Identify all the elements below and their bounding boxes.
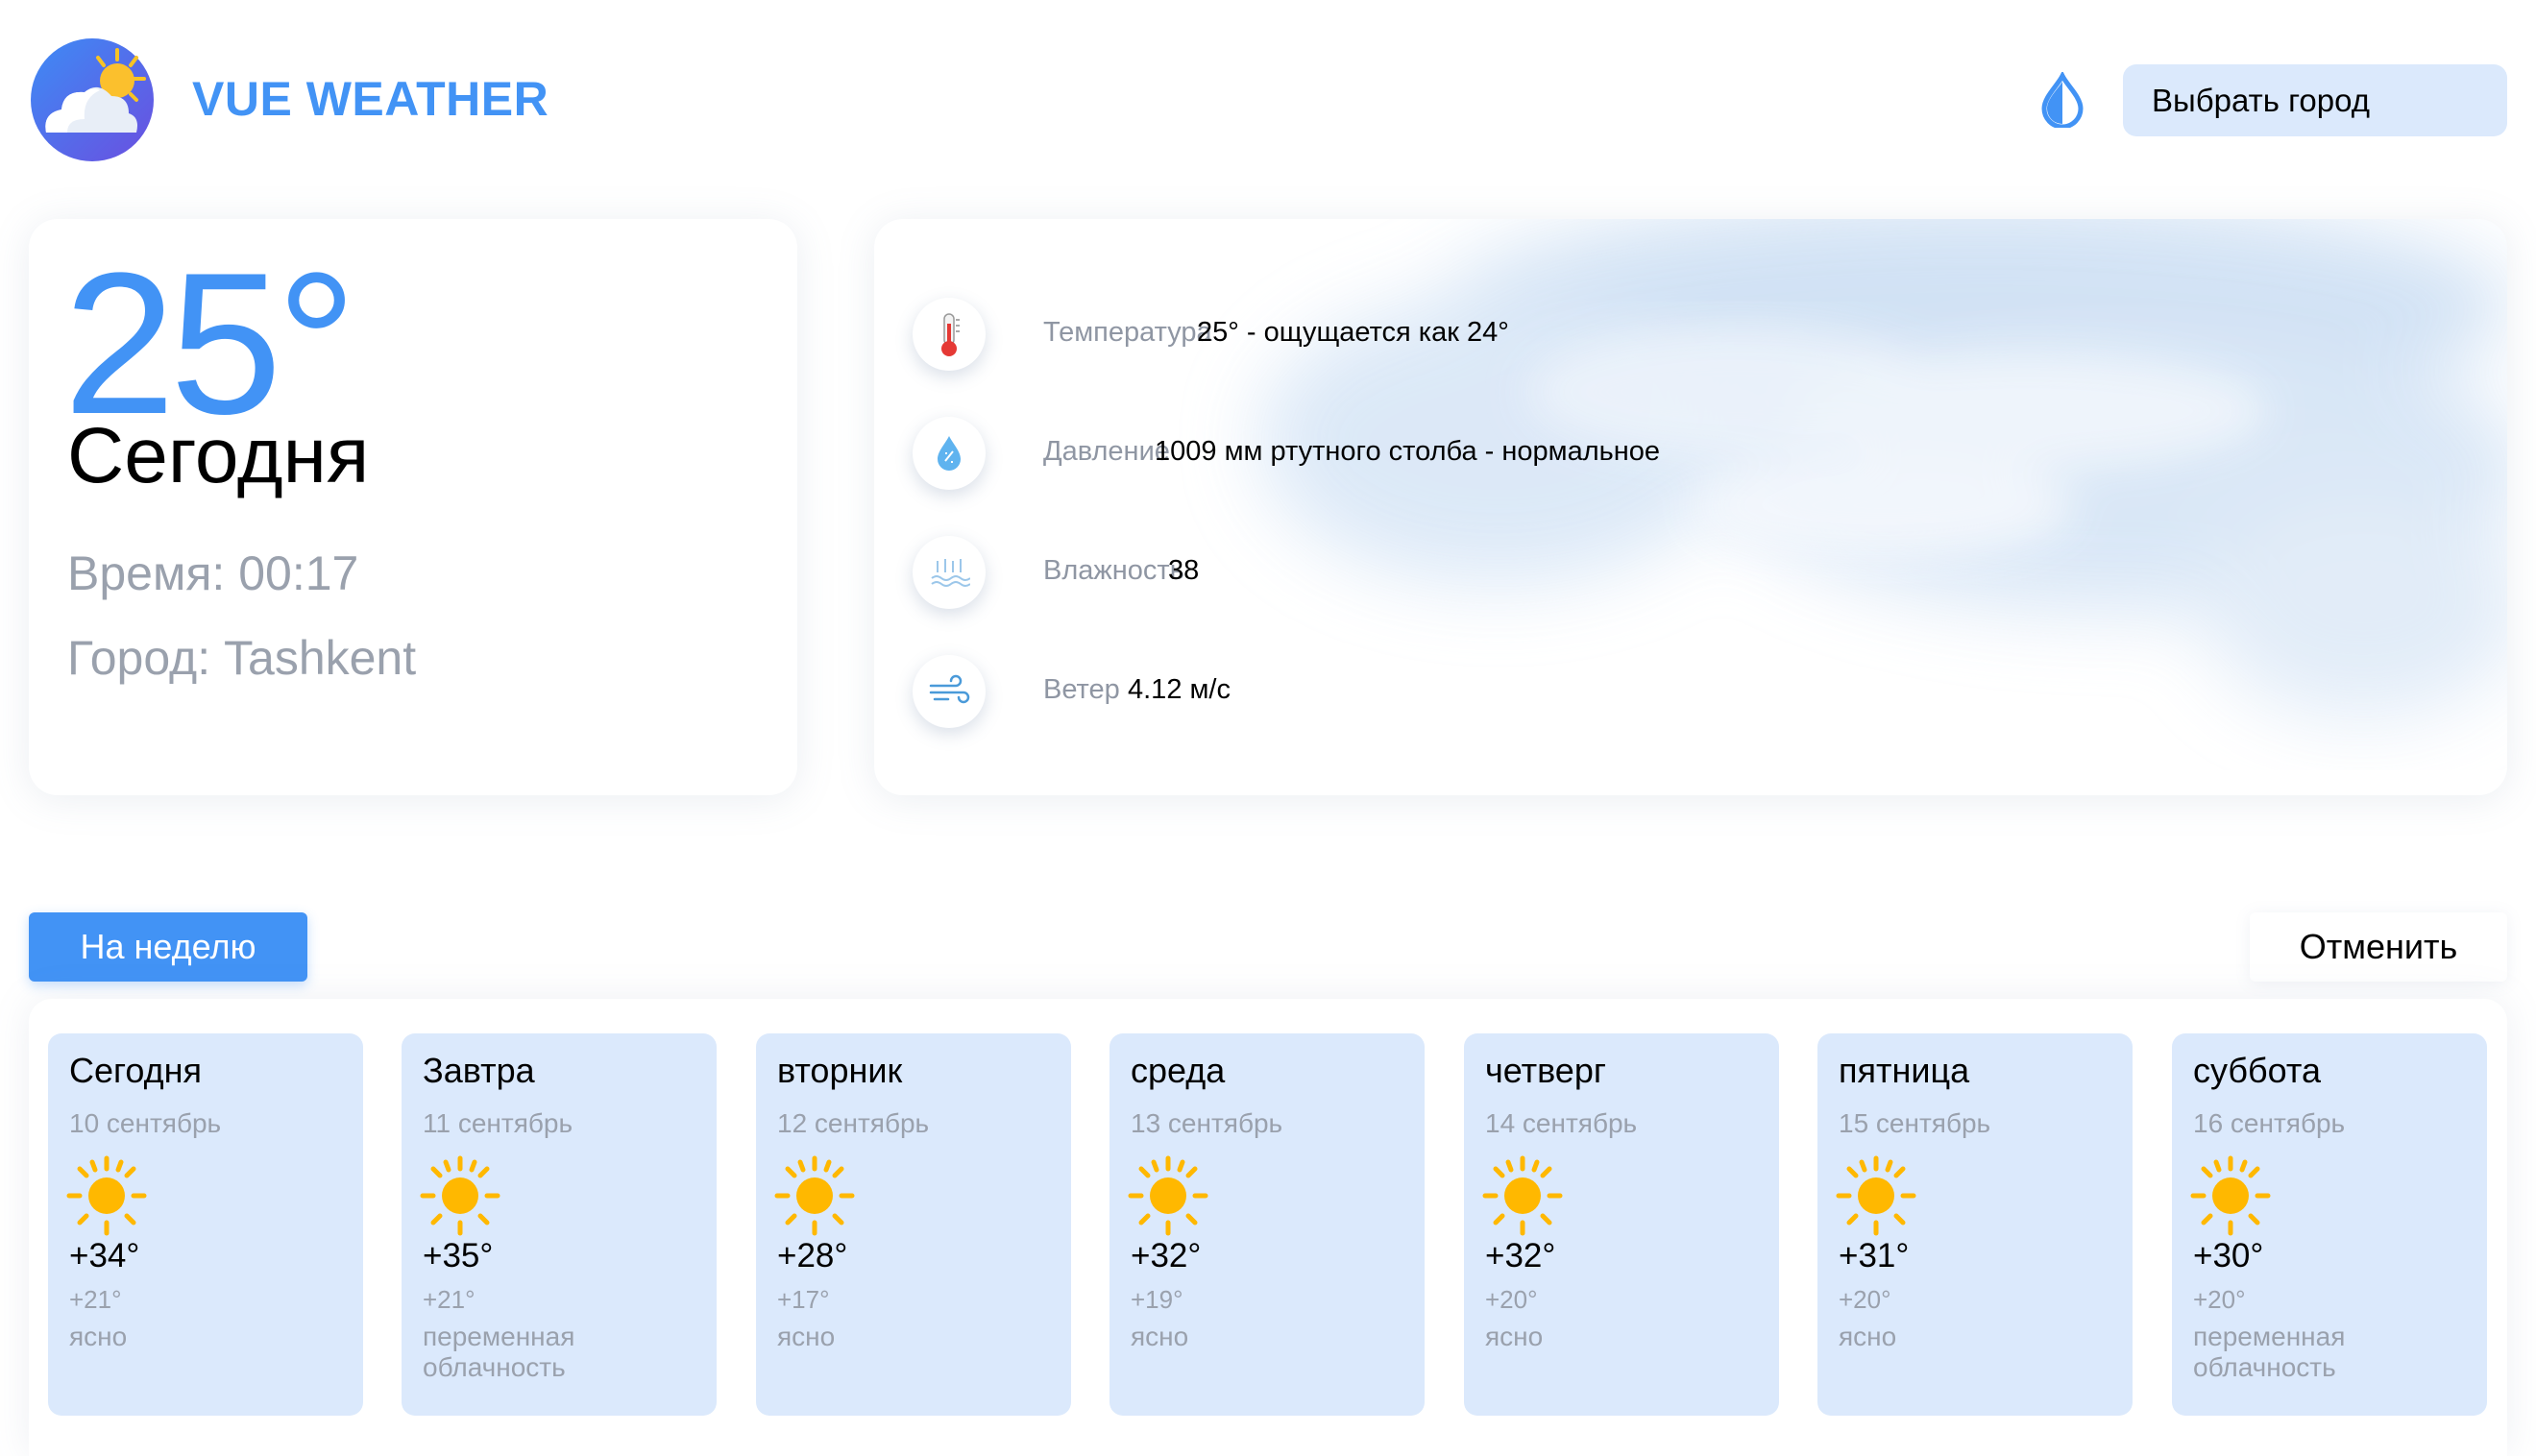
day-description: ясно — [1839, 1322, 1897, 1351]
day-high-temp: +30° — [2193, 1237, 2264, 1274]
water-drop-icon[interactable] — [2036, 72, 2088, 128]
sun-icon — [1835, 1154, 1917, 1237]
sun-icon — [65, 1154, 148, 1237]
day-name: суббота — [2193, 1051, 2321, 1090]
detail-value: 25° - ощущается как 24° — [1197, 317, 1509, 348]
day-high-temp: +34° — [69, 1237, 140, 1274]
detail-row-wind: Ветер 4.12 м/с — [913, 655, 2450, 732]
day-date: 10 сентябрь — [69, 1108, 222, 1138]
day-card[interactable]: Завтра 11 сентябрь +35° +21° переменная … — [402, 1033, 717, 1416]
detail-row-humidity: Влажность 38 — [913, 536, 2450, 613]
detail-row-temperature: Температура 25° - ощущается как 24° — [913, 298, 2450, 375]
day-card[interactable]: вторник 12 сентябрь +28° +17° ясно — [756, 1033, 1071, 1416]
today-card: 25° Сегодня Время: 00:17 Город: Tashkent — [29, 219, 797, 795]
day-low-temp: +19° — [1131, 1285, 1183, 1314]
day-high-temp: +32° — [1131, 1237, 1202, 1274]
day-low-temp: +20° — [2193, 1285, 2246, 1314]
day-name: пятница — [1839, 1051, 1970, 1090]
sun-icon — [2189, 1154, 2272, 1237]
sun-icon — [419, 1154, 501, 1237]
day-low-temp: +20° — [1485, 1285, 1538, 1314]
day-date: 11 сентябрь — [423, 1108, 573, 1138]
detail-value: 38 — [1168, 555, 1200, 586]
thermometer-icon — [913, 298, 986, 371]
day-date: 16 сентябрь — [2193, 1108, 2346, 1138]
day-description: переменная облачность — [2193, 1322, 2346, 1382]
week-button[interactable]: На неделю — [29, 912, 307, 982]
day-name: Сегодня — [69, 1051, 202, 1090]
day-description: ясно — [777, 1322, 836, 1351]
app-header: VUE WEATHER Выбрать город — [0, 0, 2536, 202]
details-card: Температура 25° - ощущается как 24° Давл… — [874, 219, 2507, 795]
app-title: VUE WEATHER — [192, 72, 549, 126]
day-card[interactable]: пятница 15 сентябрь +31° +20° ясно — [1817, 1033, 2133, 1416]
detail-label: Влажность — [1043, 555, 1184, 586]
cloud-sun-icon — [31, 38, 154, 161]
day-date: 15 сентябрь — [1839, 1108, 1991, 1138]
day-card[interactable]: среда 13 сентябрь +32° +19° ясно — [1110, 1033, 1425, 1416]
humidity-icon — [913, 536, 986, 609]
day-date: 12 сентябрь — [777, 1108, 930, 1138]
day-name: Завтра — [423, 1051, 535, 1090]
detail-value: 4.12 м/с — [1128, 674, 1231, 705]
today-label: Сегодня — [67, 412, 370, 499]
sun-icon — [1481, 1154, 1564, 1237]
detail-label: Ветер — [1043, 674, 1120, 705]
current-city: Город: Tashkent — [67, 631, 417, 685]
day-low-temp: +20° — [1839, 1285, 1891, 1314]
day-card[interactable]: суббота 16 сентябрь +30° +20° переменная… — [2172, 1033, 2487, 1416]
day-name: вторник — [777, 1051, 903, 1090]
pressure-drop-icon — [913, 417, 986, 490]
day-low-temp: +21° — [423, 1285, 476, 1314]
forecast-panel: Сегодня 10 сентябрь +34° +21° ясно Завтр… — [29, 999, 2507, 1456]
day-name: среда — [1131, 1051, 1226, 1090]
sun-icon — [1127, 1154, 1209, 1237]
day-low-temp: +17° — [777, 1285, 830, 1314]
detail-label: Температура — [1043, 317, 1212, 348]
wind-icon — [913, 655, 986, 728]
day-description: ясно — [1485, 1322, 1544, 1351]
detail-label: Давление — [1043, 436, 1170, 467]
day-high-temp: +32° — [1485, 1237, 1556, 1274]
sun-icon — [773, 1154, 856, 1237]
day-low-temp: +21° — [69, 1285, 122, 1314]
day-date: 13 сентябрь — [1131, 1108, 1283, 1138]
select-city-button[interactable]: Выбрать город — [2123, 64, 2507, 136]
day-high-temp: +31° — [1839, 1237, 1910, 1274]
day-high-temp: +28° — [777, 1237, 848, 1274]
current-time: Время: 00:17 — [67, 546, 359, 600]
day-description: ясно — [69, 1322, 128, 1351]
detail-row-pressure: Давление 1009 мм ртутного столба - норма… — [913, 417, 2450, 494]
day-card[interactable]: четверг 14 сентябрь +32° +20° ясно — [1464, 1033, 1779, 1416]
day-date: 14 сентябрь — [1485, 1108, 1638, 1138]
day-high-temp: +35° — [423, 1237, 494, 1274]
day-description: переменная облачность — [423, 1322, 575, 1382]
day-description: ясно — [1131, 1322, 1189, 1351]
day-card[interactable]: Сегодня 10 сентябрь +34° +21° ясно — [48, 1033, 363, 1416]
cancel-button[interactable]: Отменить — [2250, 912, 2507, 982]
detail-value: 1009 мм ртутного столба - нормальное — [1155, 436, 1661, 467]
day-name: четверг — [1485, 1051, 1606, 1090]
